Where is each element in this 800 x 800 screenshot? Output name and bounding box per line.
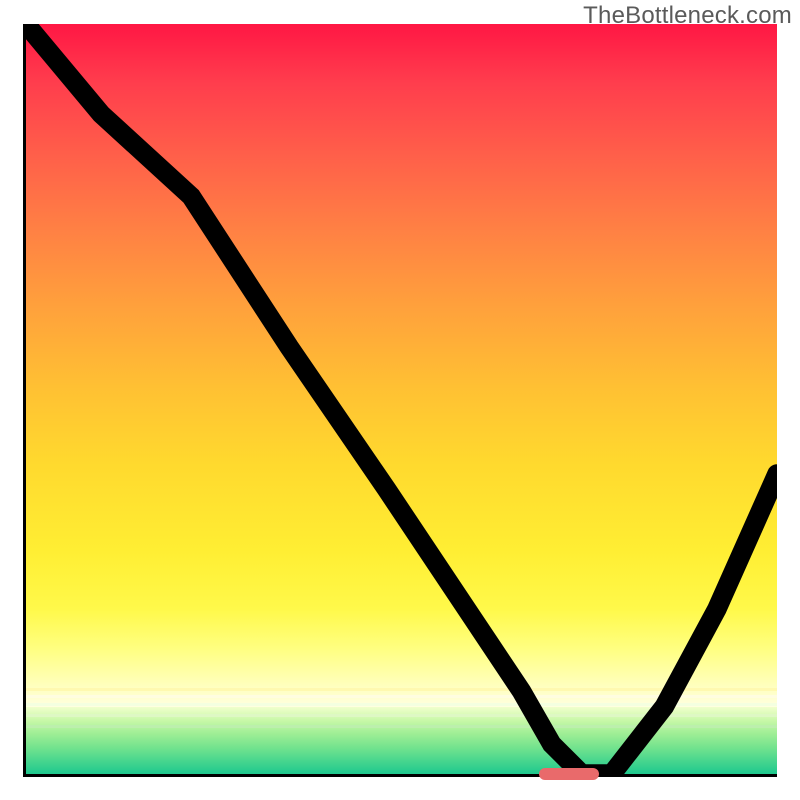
optimal-marker: [539, 768, 599, 780]
gradient-yellow-white: [26, 609, 777, 707]
stripe: [26, 695, 777, 698]
stripe: [26, 688, 777, 691]
plot-area: [23, 24, 777, 777]
curve-path: [26, 24, 777, 774]
gradient-red-yellow: [26, 24, 777, 609]
stripe: [26, 725, 777, 728]
bottleneck-curve: [26, 24, 777, 774]
chart-frame: TheBottleneck.com: [0, 0, 800, 800]
stripe: [26, 714, 777, 717]
watermark-text: TheBottleneck.com: [583, 2, 792, 30]
stripe: [26, 703, 777, 706]
